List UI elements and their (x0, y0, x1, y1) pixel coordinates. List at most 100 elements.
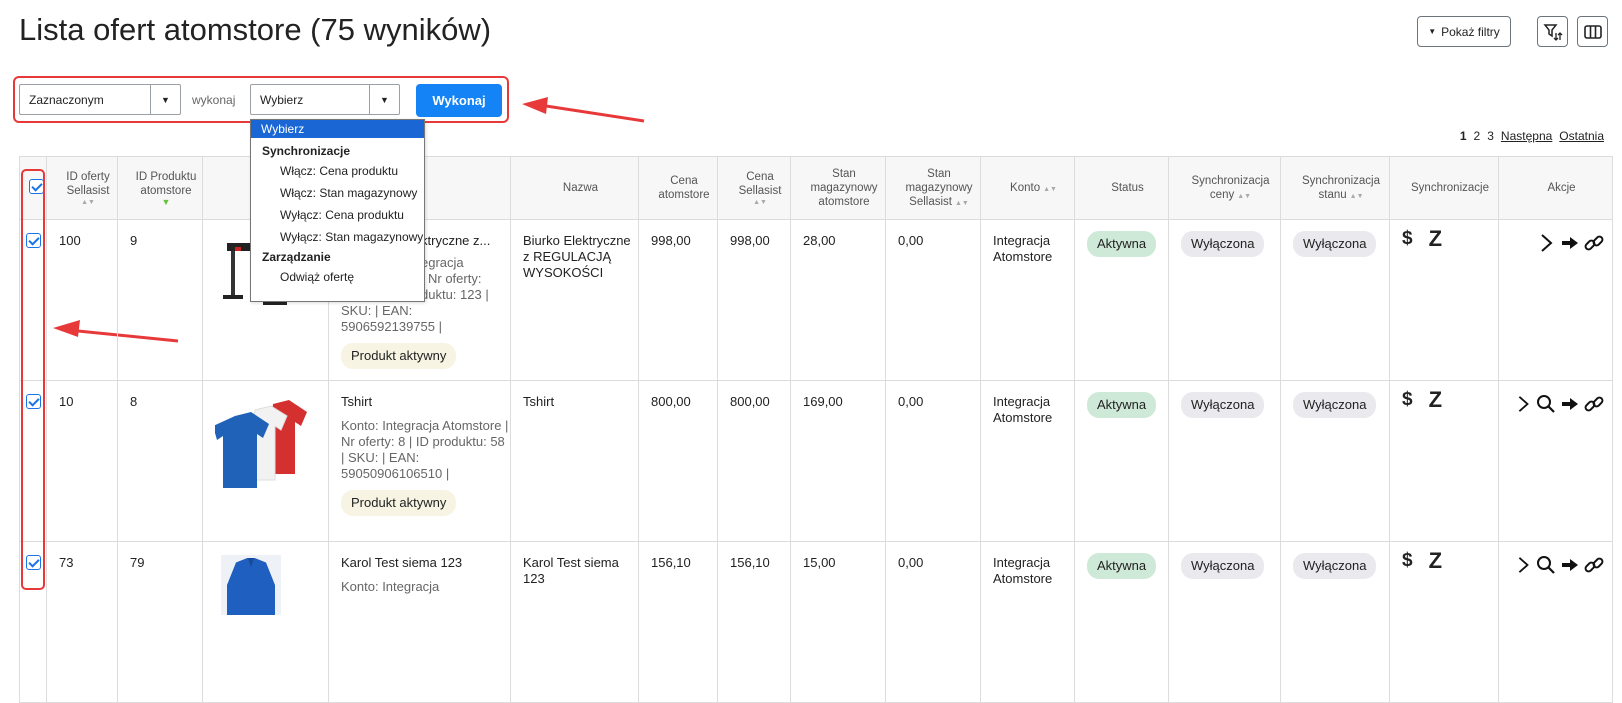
filter-sort-button[interactable] (1537, 16, 1568, 47)
pagination: 1 2 3 Następna Ostatnia (1460, 129, 1604, 143)
cell-stock-sell: 0,00 (885, 541, 981, 703)
scope-select[interactable]: Zaznaczonym ▼ (19, 84, 181, 115)
cell-sync-price: Wyłączona (1168, 219, 1281, 381)
cell-price-sell: 156,10 (717, 541, 791, 703)
cell-sync-price: Wyłączona (1168, 380, 1281, 542)
dropdown-option-enable-stock[interactable]: Włącz: Stan magazynowy (251, 186, 424, 200)
cell-id-product: 8 (117, 380, 203, 542)
page-1[interactable]: 1 (1460, 129, 1467, 143)
sync-price-badge: Wyłączona (1181, 231, 1265, 257)
link-icon[interactable] (1584, 555, 1604, 575)
offer-meta-line: SKU: | EAN: (341, 303, 413, 318)
sync-price-badge: Wyłączona (1181, 392, 1265, 418)
cell-price-atom: 156,10 (638, 541, 718, 703)
columns-button[interactable] (1577, 16, 1608, 47)
arrow-right-icon[interactable] (1560, 233, 1580, 253)
dropdown-option-selected[interactable]: Wybierz (251, 120, 424, 138)
cell-stock-atom: 28,00 (790, 219, 886, 381)
arrow-right-icon[interactable] (1560, 394, 1580, 414)
cell-image (202, 541, 329, 703)
arrow-right-icon[interactable] (1560, 555, 1580, 575)
status-badge: Aktywna (1087, 392, 1157, 418)
product-image-tshirt (215, 400, 307, 488)
show-filters-button[interactable]: ▼ Pokaż filtry (1417, 16, 1511, 47)
table-row: 10 8 Tshirt Konto: Integracja Atomstore … (19, 380, 1613, 542)
dollar-icon[interactable]: $ (1402, 551, 1413, 570)
annotation-arrow-icon (522, 97, 645, 123)
cell-stock-atom: 169,00 (790, 380, 886, 542)
caret-down-icon: ▼ (1428, 27, 1437, 36)
sort-desc-icon: ▼ (161, 196, 171, 207)
link-icon[interactable] (1584, 233, 1604, 253)
cell-account: Integracja Atomstore (980, 541, 1075, 703)
action-label: wykonaj (192, 93, 236, 107)
z-icon[interactable]: Z (1429, 389, 1442, 411)
link-icon[interactable] (1584, 394, 1604, 414)
execute-button[interactable]: Wykonaj (416, 84, 502, 117)
sort-icon: ▲▼ (753, 198, 767, 206)
cell-offer-details: Karol Test siema 123 Konto: Integracja (328, 541, 511, 703)
header-sync-stock[interactable]: Synchronizacja stanu ▲▼ (1280, 156, 1390, 220)
chevron-right-icon[interactable] (1536, 233, 1556, 253)
cell-id-product: 9 (117, 219, 203, 381)
dropdown-option-enable-price[interactable]: Włącz: Cena produktu (251, 164, 424, 178)
sort-icon: ▲▼ (1237, 193, 1252, 200)
cell-actions (1498, 541, 1613, 703)
sort-icon: ▲▼ (1043, 186, 1057, 193)
cell-name: Biurko Elektryczne z REGULACJĄ WYSOKOŚCI (510, 219, 639, 381)
header-id-offer[interactable]: ID oferty Sellasist ▲▼ (46, 156, 118, 220)
z-icon[interactable]: Z (1429, 550, 1442, 572)
sync-stock-badge: Wyłączona (1293, 392, 1377, 418)
cell-name: Karol Test siema 123 (510, 541, 639, 703)
action-select[interactable]: Wybierz ▼ (250, 84, 400, 115)
cell-status: Aktywna (1074, 541, 1169, 703)
next-page-link[interactable]: Następna (1501, 129, 1552, 143)
header-id-product[interactable]: ID Produktu atomstore ▼ (117, 156, 203, 220)
chevron-right-icon[interactable] (1514, 394, 1532, 414)
dropdown-group-manage: Zarządzanie (262, 250, 331, 264)
z-icon[interactable]: Z (1429, 228, 1442, 250)
columns-icon (1583, 24, 1602, 39)
cell-price-sell: 800,00 (717, 380, 791, 542)
show-filters-label: Pokaż filtry (1441, 24, 1500, 39)
table-row: 73 79 Karol Test siema 123 Konto: Integr… (19, 541, 1613, 703)
sort-icon: ▲▼ (1349, 193, 1364, 200)
cell-account: Integracja Atomstore (980, 380, 1075, 542)
header-stock-sell[interactable]: Stan magazynowy Sellasist ▲▼ (885, 156, 981, 220)
cell-status: Aktywna (1074, 219, 1169, 381)
product-image-jacket (221, 555, 281, 615)
page-3[interactable]: 3 (1487, 129, 1494, 143)
header-price-sell[interactable]: Cena Sellasist ▲▼ (717, 156, 791, 220)
chevron-down-icon: ▼ (369, 85, 399, 114)
cell-sync-stock: Wyłączona (1280, 219, 1390, 381)
cell-account: Integracja Atomstore (980, 219, 1075, 381)
dropdown-option-disable-stock[interactable]: Wyłącz: Stan magazynowy (251, 230, 424, 244)
sync-stock-badge: Wyłączona (1293, 553, 1377, 579)
dropdown-option-unlink-offer[interactable]: Odwiąż ofertę (251, 270, 424, 284)
offer-title: Tshirt (341, 394, 373, 409)
header-account[interactable]: Konto ▲▼ (980, 156, 1075, 220)
cell-actions (1498, 380, 1613, 542)
offer-meta-line: 5906592139755 | (341, 319, 442, 334)
dollar-icon[interactable]: $ (1402, 229, 1413, 248)
offer-title: ktryczne z... (421, 233, 491, 248)
cell-stock-atom: 15,00 (790, 541, 886, 703)
search-icon[interactable] (1536, 555, 1556, 575)
cell-price-atom: 998,00 (638, 219, 718, 381)
page-2[interactable]: 2 (1474, 129, 1481, 143)
checkbox-column-highlight (21, 169, 45, 590)
chevron-down-icon: ▼ (150, 85, 180, 114)
header-sync-price[interactable]: Synchronizacja ceny ▲▼ (1168, 156, 1281, 220)
cell-offer-details: Tshirt Konto: Integracja Atomstore | Nr … (328, 380, 511, 542)
sort-icon: ▲▼ (81, 198, 95, 206)
last-page-link[interactable]: Ostatnia (1559, 129, 1604, 143)
cell-sync: $ Z (1389, 219, 1499, 381)
dollar-icon[interactable]: $ (1402, 390, 1413, 409)
cell-sync: $ Z (1389, 541, 1499, 703)
search-icon[interactable] (1536, 394, 1556, 414)
header-status: Status (1074, 156, 1169, 220)
header-sync: Synchronizacje (1389, 156, 1499, 220)
sync-stock-badge: Wyłączona (1293, 231, 1377, 257)
chevron-right-icon[interactable] (1514, 555, 1532, 575)
dropdown-option-disable-price[interactable]: Wyłącz: Cena produktu (251, 208, 424, 222)
